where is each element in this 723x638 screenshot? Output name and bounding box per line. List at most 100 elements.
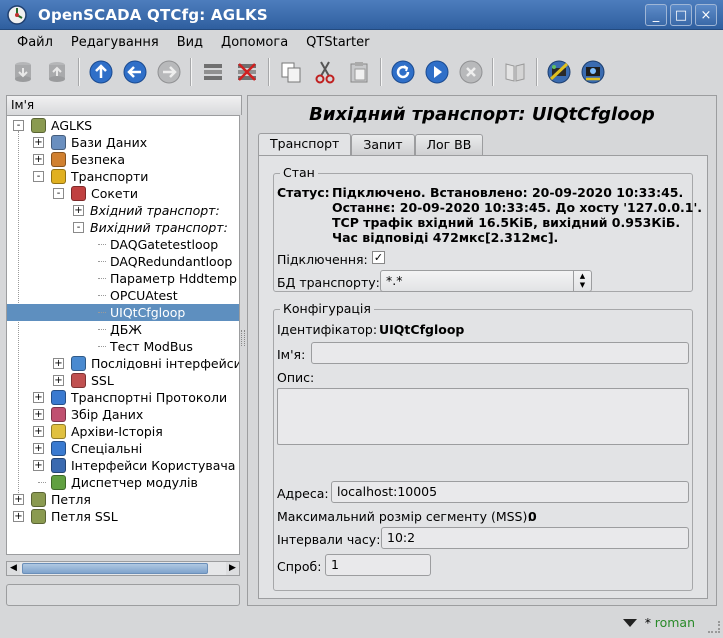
expand-icon[interactable]: + <box>73 205 84 216</box>
tree-row[interactable]: + Послідовні інтерфейси <box>7 355 239 372</box>
mode-triangle-icon[interactable] <box>623 619 637 627</box>
tree-connector <box>98 244 106 245</box>
menu-view[interactable]: Вид <box>168 35 212 50</box>
expand-icon[interactable]: + <box>33 137 44 148</box>
copy-button[interactable] <box>274 55 308 89</box>
stop-button[interactable] <box>454 55 488 89</box>
collapse-icon[interactable]: - <box>13 120 24 131</box>
db-load-button[interactable] <box>6 55 40 89</box>
refresh-button[interactable] <box>386 55 420 89</box>
status-label: Статус: <box>277 185 330 200</box>
tree-row[interactable]: + Бази Даних <box>7 134 239 151</box>
tree-row[interactable]: DAQRedundantloop <box>7 253 239 270</box>
scroll-left-arrow-icon[interactable]: ◀ <box>7 562 20 575</box>
start-button[interactable] <box>420 55 454 89</box>
navigation-tree[interactable]: - AGLKS + Бази Даних + Безпека - Транспорти - Сок… <box>6 115 240 555</box>
current-user[interactable]: roman <box>655 615 695 630</box>
tree-row[interactable]: OPCUAtest <box>7 287 239 304</box>
expand-icon[interactable]: + <box>33 460 44 471</box>
maximize-button[interactable]: □ <box>670 4 692 26</box>
up-button[interactable] <box>84 55 118 89</box>
cut-button[interactable] <box>308 55 342 89</box>
collapse-icon[interactable]: - <box>53 188 64 199</box>
scroll-right-arrow-icon[interactable]: ▶ <box>226 562 239 575</box>
menu-qtstarter[interactable]: QTStarter <box>297 35 378 50</box>
tree-row[interactable]: Тест ModBus <box>7 338 239 355</box>
tab-io-log[interactable]: Лог ВВ <box>414 134 484 155</box>
close-button[interactable]: × <box>695 4 717 26</box>
expand-icon[interactable]: + <box>53 358 64 369</box>
db-load-icon <box>15 62 31 82</box>
back-icon <box>123 60 147 84</box>
panel-splitter-handle[interactable] <box>241 330 245 346</box>
expand-icon[interactable]: + <box>33 443 44 454</box>
tree-row[interactable]: + Транспортні Протоколи <box>7 389 239 406</box>
name-input[interactable] <box>311 342 689 364</box>
minimize-button[interactable]: _ <box>645 4 667 26</box>
tree-row[interactable]: + Інтерфейси Користувача <box>7 457 239 474</box>
expand-icon[interactable]: + <box>33 154 44 165</box>
db-save-button[interactable] <box>40 55 74 89</box>
title-bar: OpenSCADA QTCfg: AGLKS _ □ × <box>0 0 723 30</box>
qtcfg-button[interactable] <box>542 55 576 89</box>
tree-header-name[interactable]: Ім'я <box>6 95 242 115</box>
collapse-icon[interactable]: - <box>33 171 44 182</box>
tree-row[interactable]: - Вихідний транспорт: <box>7 219 239 236</box>
back-button[interactable] <box>118 55 152 89</box>
sockets-icon <box>71 186 86 201</box>
tree-row[interactable]: - Сокети <box>7 185 239 202</box>
forward-button[interactable] <box>152 55 186 89</box>
expand-icon[interactable]: + <box>53 375 64 386</box>
copy-icon <box>281 62 301 83</box>
connected-checkbox[interactable]: ✓ <box>372 251 385 264</box>
expand-icon[interactable]: + <box>33 409 44 420</box>
tree-row[interactable]: + Вхідний транспорт: <box>7 202 239 219</box>
add-item-button[interactable] <box>196 55 230 89</box>
tree-row[interactable]: + Спеціальні <box>7 440 239 457</box>
address-input[interactable]: localhost:10005 <box>331 481 689 503</box>
scrollbar-thumb[interactable] <box>22 563 208 574</box>
mss-value: 0 <box>528 509 537 524</box>
modified-indicator: * <box>644 615 651 630</box>
tree-row[interactable]: + Збір Даних <box>7 406 239 423</box>
resize-grip[interactable] <box>708 621 720 633</box>
tree-row[interactable]: - Транспорти <box>7 168 239 185</box>
tab-request[interactable]: Запит <box>351 134 415 155</box>
tree-row[interactable]: DAQGatetestloop <box>7 236 239 253</box>
timings-input[interactable]: 10:2 <box>381 527 689 549</box>
menu-file[interactable]: Файл <box>8 35 62 50</box>
status-line-4: Час відповіді 472мкс[2.312мс]. <box>332 230 559 245</box>
tree-row[interactable]: + Безпека <box>7 151 239 168</box>
description-textarea[interactable] <box>277 388 689 445</box>
tree-row[interactable]: + Петля SSL <box>7 508 239 525</box>
status-line-3: TCP трафік вхідний 16.5КіБ, вихідний 0.9… <box>332 215 681 230</box>
manual-button[interactable] <box>498 55 532 89</box>
manual-icon <box>505 63 525 82</box>
delete-item-button[interactable] <box>230 55 264 89</box>
paste-button[interactable] <box>342 55 376 89</box>
vision-button[interactable] <box>576 55 610 89</box>
tree-row[interactable]: + SSL <box>7 372 239 389</box>
attempts-input[interactable]: 1 <box>325 554 431 576</box>
tree-row[interactable]: ДБЖ <box>7 321 239 338</box>
expand-icon[interactable]: + <box>13 494 24 505</box>
refresh-icon <box>391 60 415 84</box>
tree-row[interactable]: + Архіви-Історія <box>7 423 239 440</box>
tab-transport[interactable]: Транспорт <box>258 133 352 155</box>
tree-row[interactable]: - AGLKS <box>7 117 239 134</box>
tree-row[interactable]: + Петля <box>7 491 239 508</box>
transport-db-select[interactable]: *.* ▲ ▼ <box>380 270 592 292</box>
tree-connector <box>38 482 46 483</box>
tree-row[interactable]: Диспетчер модулів <box>7 474 239 491</box>
collapse-icon[interactable]: - <box>73 222 84 233</box>
menu-help[interactable]: Допомога <box>212 35 297 50</box>
menu-edit[interactable]: Редагування <box>62 35 168 50</box>
tree-row[interactable]: Параметр Hddtemp <box>7 270 239 287</box>
daq-icon <box>51 407 66 422</box>
expand-icon[interactable]: + <box>13 511 24 522</box>
expand-icon[interactable]: + <box>33 392 44 403</box>
expand-icon[interactable]: + <box>33 426 44 437</box>
page-title: Вихідний транспорт: UIQtCfgloop <box>309 104 655 125</box>
tree-horizontal-scrollbar[interactable]: ◀ ▶ <box>6 561 240 576</box>
tree-row[interactable]: UIQtCfgloop <box>7 304 239 321</box>
